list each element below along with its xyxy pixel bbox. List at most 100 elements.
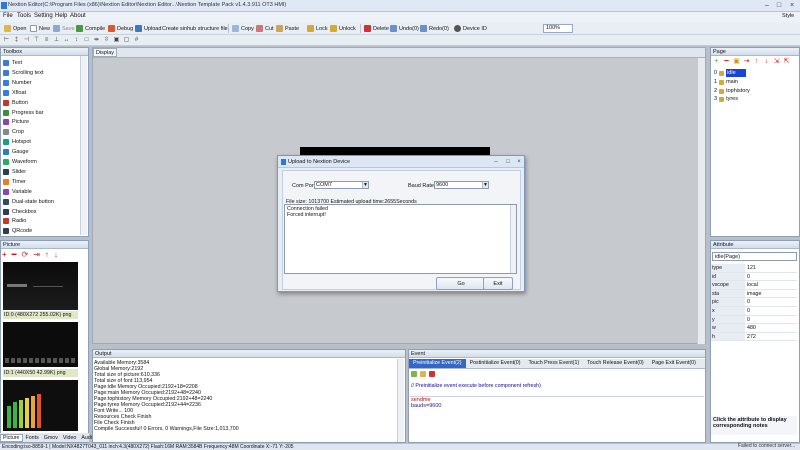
dialog-minimize-button[interactable]: – <box>492 158 500 166</box>
upload-button[interactable]: Upload <box>135 23 161 34</box>
code-helper-icon[interactable] <box>411 371 417 377</box>
same-height-icon[interactable]: ↕ <box>73 37 80 44</box>
page-item-tyres[interactable]: 3 tyres <box>712 95 738 103</box>
compile-button[interactable]: Compile <box>76 23 105 34</box>
toolbox-item-checkbox[interactable]: Checkbox <box>3 207 36 217</box>
tab-touch-press-event[interactable]: Touch Press Event(1) <box>525 359 584 368</box>
attribute-object-select[interactable]: idle(Page) <box>712 252 797 261</box>
tab-fonts[interactable]: Fonts <box>24 435 41 441</box>
toolbox-item-button[interactable]: Button <box>3 98 28 108</box>
tab-video[interactable]: Video <box>61 435 78 441</box>
toolbox-item-dual-state-button[interactable]: Dual-state button <box>3 197 54 207</box>
menu-tools[interactable]: Tools <box>17 13 31 19</box>
create-structure-button[interactable]: Create sinhub structure file <box>162 23 228 34</box>
attribute-value[interactable]: 0 <box>745 307 797 315</box>
toolbox-item-crop[interactable]: Crop <box>3 127 24 137</box>
grid-icon[interactable]: # <box>133 37 140 44</box>
insert-icon[interactable]: ⇥ <box>33 250 40 259</box>
menu-setting[interactable]: Setting <box>34 13 53 19</box>
align-middle-icon[interactable]: ≡ <box>43 37 50 44</box>
export-page-icon[interactable]: ⇲ <box>773 58 780 65</box>
page-item-tophistory[interactable]: 2 tophistory <box>712 87 750 95</box>
copy-button[interactable]: Copy <box>232 23 254 34</box>
attribute-row-h[interactable]: h 272 <box>711 332 797 342</box>
toolbox-item-progress-bar[interactable]: Progress bar <box>3 108 44 118</box>
toolbox-item-waveform[interactable]: Waveform <box>3 157 37 167</box>
toolbox-item-radio[interactable]: Radio <box>3 216 26 226</box>
attribute-value[interactable]: image <box>745 289 797 298</box>
move-down-icon[interactable]: ↓ <box>54 250 58 259</box>
replace-icon[interactable]: ⟳ <box>22 250 29 259</box>
picture-thumbnail-0[interactable] <box>3 262 78 310</box>
send-back-icon[interactable]: ▢ <box>123 37 130 44</box>
menu-help[interactable]: Help <box>55 13 67 19</box>
download-icon[interactable] <box>429 371 435 377</box>
tab-postinitialize-event[interactable]: Postinitialize Event(0) <box>466 359 525 368</box>
attribute-row-sta[interactable]: sta image <box>711 289 797 299</box>
output-log[interactable]: Available Memory:3584 Global Memory:2192 T… <box>93 360 395 442</box>
save-button[interactable]: Save <box>53 23 75 34</box>
align-top-icon[interactable]: ⊤ <box>33 37 40 44</box>
attribute-value[interactable]: 121 <box>745 264 797 272</box>
redo-button[interactable]: Redo(0) <box>420 23 449 34</box>
page-item-idle[interactable]: 0 idle <box>712 69 746 77</box>
same-width-icon[interactable]: ↔ <box>63 37 70 44</box>
tab-touch-release-event[interactable]: Touch Release Event(0) <box>583 359 648 368</box>
picture-thumbnail-1[interactable] <box>3 322 78 367</box>
align-bottom-icon[interactable]: ⊥ <box>53 37 60 44</box>
page-item-main[interactable]: 1 main <box>712 78 738 86</box>
tab-picture[interactable]: Picture <box>0 433 23 442</box>
picture-label-1[interactable]: ID:1 (440X50 42.99K) png <box>3 369 78 377</box>
event-code-editor[interactable]: sendme bauds=9600 <box>410 396 704 442</box>
display-scrollbar[interactable] <box>697 58 705 344</box>
format-icon[interactable] <box>420 371 426 377</box>
attribute-row-x[interactable]: x0 <box>711 307 797 316</box>
attribute-row-type[interactable]: type 121 <box>711 264 797 273</box>
toolbox-item-hotspot[interactable]: Hotspot <box>3 137 31 147</box>
tab-display[interactable]: Display <box>93 48 117 57</box>
toolbox-item-slider[interactable]: Slider <box>3 167 26 177</box>
picture-thumbnail-2[interactable] <box>3 380 78 431</box>
add-page-icon[interactable]: + <box>713 58 720 65</box>
dialog-close-button[interactable]: × <box>515 158 523 166</box>
align-center-icon[interactable]: ‡ <box>13 37 20 44</box>
attribute-value[interactable]: local <box>745 281 797 289</box>
unlock-button[interactable]: Unlock <box>330 23 356 34</box>
toolbox-item-number[interactable]: Number <box>3 78 32 88</box>
maximize-button[interactable]: □ <box>774 1 784 10</box>
baud-rate-select[interactable]: 9600 ▼ <box>434 181 489 189</box>
zoom-select[interactable]: 100% <box>543 24 573 33</box>
attribute-row-pic[interactable]: pic 0 <box>711 298 797 307</box>
toolbox-item-picture[interactable]: Picture <box>3 117 29 127</box>
menu-about[interactable]: About <box>70 13 86 19</box>
toolbox-item-variable[interactable]: Variable <box>3 187 32 197</box>
picture-label-0[interactable]: ID:0 (480X272 255.02K) png <box>3 311 78 319</box>
attribute-value[interactable]: 272 <box>745 332 797 341</box>
align-left-icon[interactable]: ⊢ <box>3 37 10 44</box>
tab-gmov[interactable]: Gmov <box>42 435 60 441</box>
close-button[interactable]: × <box>787 1 797 10</box>
attribute-row-id[interactable]: id 0 <box>711 272 797 282</box>
lock-button[interactable]: Lock <box>307 23 328 34</box>
toolbox-item-text[interactable]: Text <box>3 58 22 68</box>
open-button[interactable]: Open <box>4 23 26 34</box>
toolbox-item-timer[interactable]: Timer <box>3 177 26 187</box>
toolbox-scrollbar[interactable] <box>80 56 87 235</box>
v-spacing-icon[interactable]: ⇳ <box>103 37 110 44</box>
attribute-value[interactable]: 0 <box>745 298 797 306</box>
same-size-icon[interactable]: □ <box>83 37 90 44</box>
go-button[interactable]: Go <box>436 277 486 290</box>
menu-file[interactable]: File <box>3 13 13 19</box>
output-scrollbar[interactable] <box>397 359 404 442</box>
paste-button[interactable]: Paste <box>276 23 299 34</box>
toolbox-item-qrcode[interactable]: QRcode <box>3 226 32 236</box>
delete-button[interactable]: Delete <box>364 23 389 34</box>
page-down-icon[interactable]: ↓ <box>763 58 770 65</box>
bring-front-icon[interactable]: ▣ <box>113 37 120 44</box>
debug-button[interactable]: Debug <box>108 23 133 34</box>
h-spacing-icon[interactable]: ⇹ <box>93 37 100 44</box>
import-page-icon[interactable]: ⇱ <box>783 58 790 65</box>
com-port-select[interactable]: COM7 ▼ <box>314 181 369 189</box>
copy-page-icon[interactable]: ⇥ <box>743 58 750 65</box>
tab-page-exit-event[interactable]: Page Exit Event(0) <box>648 359 700 368</box>
